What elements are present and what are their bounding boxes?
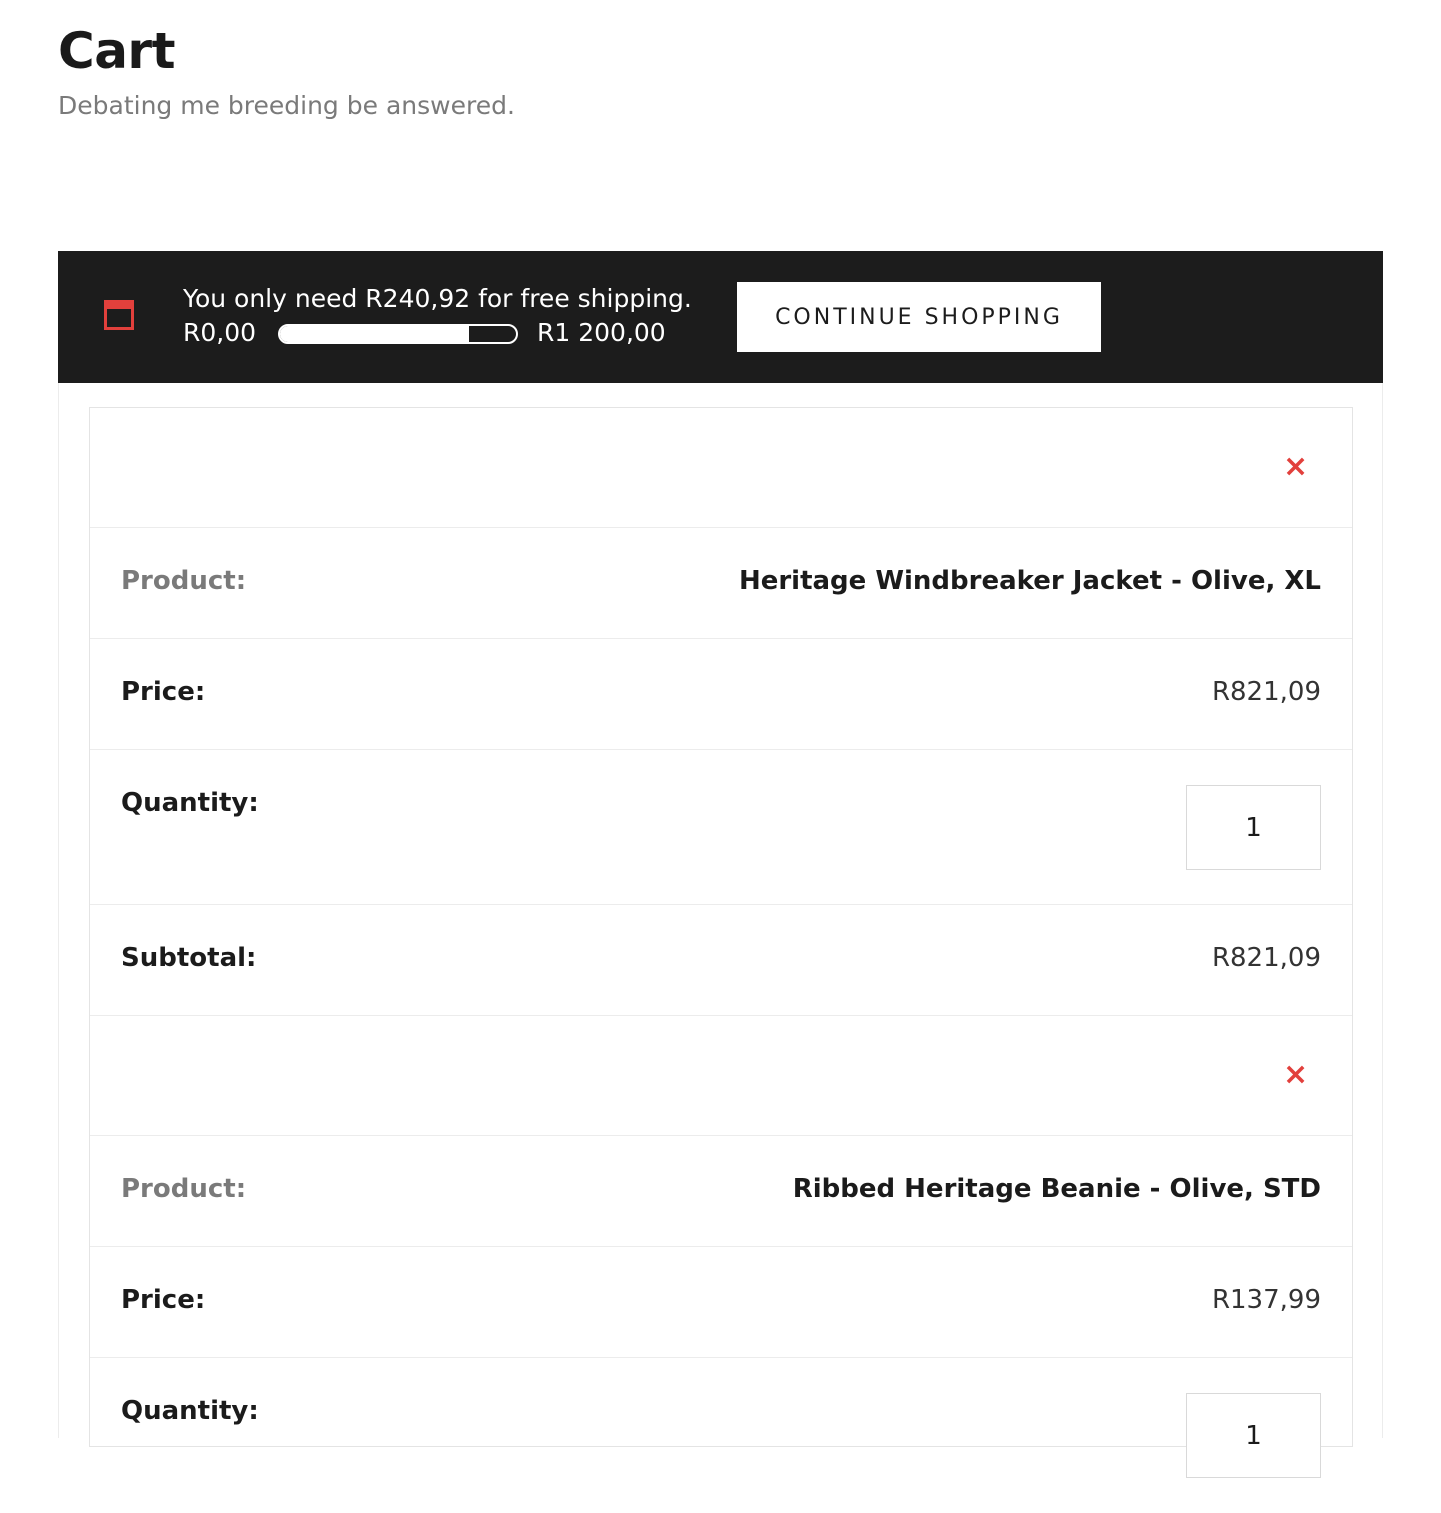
subtotal-row: Subtotal: R821,09 (90, 905, 1352, 1016)
cart-item-remove-row: × (90, 408, 1352, 528)
page-title: Cart (58, 22, 176, 80)
free-shipping-message: You only need R240,92 for free shipping. (183, 284, 692, 313)
cart-table: × Product: Heritage Windbreaker Jacket -… (89, 407, 1353, 1478)
product-row: Product: Heritage Windbreaker Jacket - O… (90, 528, 1352, 639)
shipping-progress-min: R0,00 (183, 318, 257, 347)
price-value: R137,99 (1211, 1285, 1321, 1315)
continue-shopping-button[interactable]: CONTINUE SHOPPING (737, 282, 1101, 352)
product-name[interactable]: Heritage Windbreaker Jacket - Olive, XL (739, 566, 1321, 596)
quantity-input[interactable] (1186, 785, 1321, 870)
quantity-row: Quantity: (90, 1358, 1352, 1513)
price-value: R821,09 (1211, 677, 1321, 707)
price-row: Price: R137,99 (90, 1247, 1352, 1358)
price-label: Price: (121, 1285, 206, 1315)
product-row: Product: Ribbed Heritage Beanie - Olive,… (90, 1136, 1352, 1247)
product-name[interactable]: Ribbed Heritage Beanie - Olive, STD (793, 1174, 1321, 1204)
product-label: Product: (121, 566, 247, 596)
shipping-progress-fill (280, 326, 469, 342)
quantity-input[interactable] (1186, 1393, 1321, 1478)
cart-item-remove-row: × (90, 1016, 1352, 1136)
quantity-row: Quantity: (90, 750, 1352, 905)
subtotal-label: Subtotal: (121, 943, 257, 973)
free-shipping-bar: You only need R240,92 for free shipping.… (58, 251, 1383, 383)
remove-item-icon[interactable]: × (1283, 1060, 1308, 1090)
quantity-label: Quantity: (121, 788, 259, 818)
page-subtitle: Debating me breeding be answered. (58, 91, 515, 120)
product-label: Product: (121, 1174, 247, 1204)
price-label: Price: (121, 677, 206, 707)
subtotal-value: R821,09 (1211, 943, 1321, 973)
price-row: Price: R821,09 (90, 639, 1352, 750)
shipping-progress-max: R1 200,00 (537, 318, 666, 347)
quantity-label: Quantity: (121, 1396, 259, 1426)
remove-item-icon[interactable]: × (1283, 452, 1308, 482)
shipping-progress-bar (278, 324, 518, 344)
calendar-icon (104, 300, 134, 330)
